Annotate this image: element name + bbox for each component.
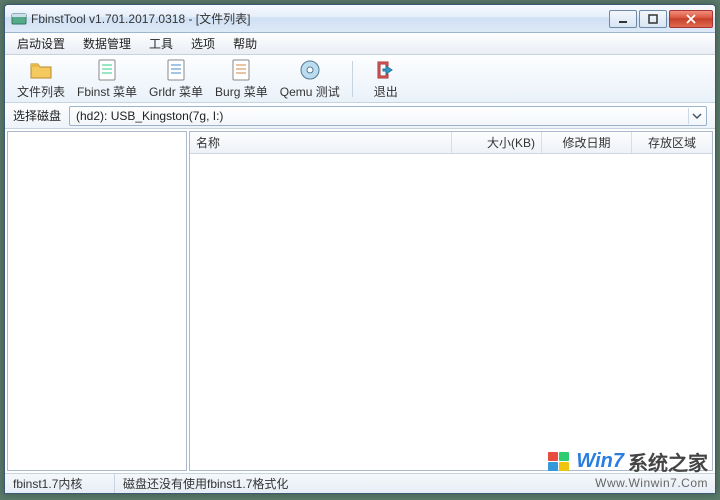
page-icon bbox=[164, 58, 188, 82]
disk-label: 选择磁盘 bbox=[13, 107, 61, 124]
exit-icon bbox=[374, 58, 398, 82]
menu-options[interactable]: 选项 bbox=[183, 33, 223, 54]
tool-burg-menu[interactable]: Burg 菜单 bbox=[209, 57, 274, 101]
menu-data-manage[interactable]: 数据管理 bbox=[75, 33, 139, 54]
col-size[interactable]: 大小(KB) bbox=[452, 132, 542, 153]
status-bar: fbinst1.7内核 磁盘还没有使用fbinst1.7格式化 bbox=[5, 473, 715, 493]
disc-icon bbox=[298, 58, 322, 82]
tool-exit[interactable]: 退出 bbox=[359, 57, 413, 101]
list-header: 名称 大小(KB) 修改日期 存放区域 bbox=[190, 132, 712, 154]
menu-boot-settings[interactable]: 启动设置 bbox=[9, 33, 73, 54]
tree-panel[interactable] bbox=[7, 131, 187, 471]
minimize-button[interactable] bbox=[609, 10, 637, 28]
content-area: 名称 大小(KB) 修改日期 存放区域 bbox=[5, 129, 715, 473]
col-area[interactable]: 存放区域 bbox=[632, 132, 712, 153]
list-body[interactable] bbox=[190, 154, 712, 470]
tool-file-list[interactable]: 文件列表 bbox=[11, 57, 71, 101]
chevron-down-icon bbox=[688, 108, 704, 124]
folder-icon bbox=[29, 58, 53, 82]
disk-selector-row: 选择磁盘 (hd2): USB_Kingston(7g, I:) bbox=[5, 103, 715, 129]
close-button[interactable] bbox=[669, 10, 713, 28]
status-core: fbinst1.7内核 bbox=[5, 474, 115, 493]
tool-grldr-menu[interactable]: Grldr 菜单 bbox=[143, 57, 209, 101]
disk-value: (hd2): USB_Kingston(7g, I:) bbox=[76, 109, 223, 123]
app-window: FbinstTool v1.701.2017.0318 - [文件列表] 启动设… bbox=[4, 4, 716, 494]
tool-fbinst-menu[interactable]: Fbinst 菜单 bbox=[71, 57, 143, 101]
status-message: 磁盘还没有使用fbinst1.7格式化 bbox=[115, 474, 715, 493]
page-icon bbox=[95, 58, 119, 82]
col-date[interactable]: 修改日期 bbox=[542, 132, 632, 153]
file-list-panel: 名称 大小(KB) 修改日期 存放区域 bbox=[189, 131, 713, 471]
tool-qemu-test[interactable]: Qemu 测试 bbox=[274, 57, 346, 101]
menu-help[interactable]: 帮助 bbox=[225, 33, 265, 54]
menu-tools[interactable]: 工具 bbox=[141, 33, 181, 54]
col-name[interactable]: 名称 bbox=[190, 132, 452, 153]
window-title: FbinstTool v1.701.2017.0318 - [文件列表] bbox=[31, 10, 607, 27]
menu-bar: 启动设置 数据管理 工具 选项 帮助 bbox=[5, 33, 715, 55]
toolbar-separator bbox=[352, 61, 353, 97]
page-icon bbox=[229, 58, 253, 82]
toolbar: 文件列表 Fbinst 菜单 Grldr 菜单 Burg 菜单 Qemu 测试 bbox=[5, 55, 715, 103]
title-bar: FbinstTool v1.701.2017.0318 - [文件列表] bbox=[5, 5, 715, 33]
app-icon bbox=[11, 11, 27, 27]
disk-combobox[interactable]: (hd2): USB_Kingston(7g, I:) bbox=[69, 106, 707, 126]
maximize-button[interactable] bbox=[639, 10, 667, 28]
window-controls bbox=[607, 10, 713, 28]
